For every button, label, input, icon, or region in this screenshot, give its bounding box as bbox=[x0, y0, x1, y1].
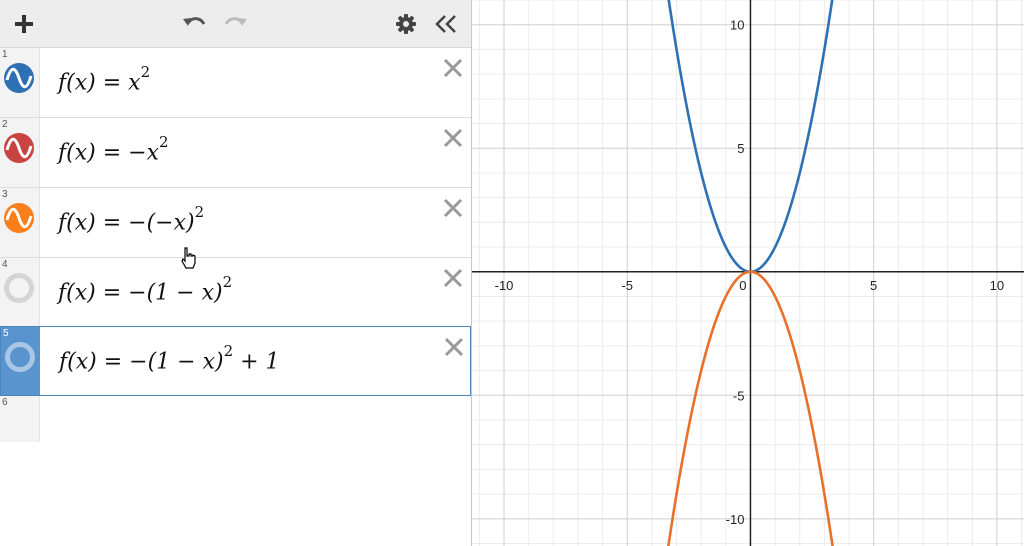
expression-panel: 1 f(x) = x2 2 f(x) = −x2 3 f(x) = −(−x)2… bbox=[0, 0, 471, 546]
wave-icon[interactable] bbox=[3, 132, 35, 164]
collapse-panel-button[interactable] bbox=[430, 0, 462, 47]
hidden-circle-icon[interactable] bbox=[3, 272, 35, 304]
wave-icon[interactable] bbox=[3, 202, 35, 234]
row-number: 2 bbox=[2, 119, 8, 130]
expression-tab[interactable]: 2 bbox=[0, 118, 40, 187]
x-tick-label: 5 bbox=[870, 278, 877, 293]
x-tick-labels: -10 -5 0 5 10 bbox=[495, 278, 1004, 293]
row-number: 1 bbox=[2, 49, 8, 60]
empty-expression-row[interactable]: 6 bbox=[0, 396, 40, 442]
x-tick-label: 10 bbox=[990, 278, 1004, 293]
expression-row[interactable]: 4 f(x) = −(1 − x)2 bbox=[0, 258, 471, 328]
expression-row[interactable]: 2 f(x) = −x2 bbox=[0, 118, 471, 188]
wave-icon[interactable] bbox=[3, 62, 35, 94]
x-tick-label: 0 bbox=[739, 278, 746, 293]
delete-icon[interactable] bbox=[441, 266, 465, 290]
y-tick-label: 5 bbox=[737, 141, 744, 156]
x-tick-label: -10 bbox=[495, 278, 514, 293]
plus-icon bbox=[15, 14, 33, 33]
expression-math[interactable]: f(x) = −(1 − x)2 + 1 bbox=[59, 342, 280, 374]
delete-icon[interactable] bbox=[441, 196, 465, 220]
expression-row-selected[interactable]: 5 f(x) = −(1 − x)2 + 1 bbox=[0, 326, 471, 396]
expression-tab[interactable]: 5 bbox=[1, 327, 40, 395]
double-chevron-left-icon bbox=[435, 14, 456, 33]
hand-cursor-icon bbox=[181, 247, 196, 269]
expression-tab[interactable]: 4 bbox=[0, 258, 40, 327]
y-tick-label: -10 bbox=[726, 512, 745, 527]
expression-row[interactable]: 1 f(x) = x2 bbox=[0, 48, 471, 118]
settings-button[interactable] bbox=[392, 0, 420, 47]
y-tick-label: 10 bbox=[730, 18, 744, 33]
expression-tab[interactable]: 1 bbox=[0, 48, 40, 117]
row-number: 6 bbox=[2, 397, 8, 408]
expression-math[interactable]: f(x) = −(1 − x)2 bbox=[58, 273, 232, 305]
toolbar bbox=[0, 0, 471, 48]
gear-icon bbox=[396, 13, 416, 34]
row-number: 5 bbox=[3, 328, 9, 339]
row-number: 3 bbox=[2, 189, 8, 200]
redo-button[interactable] bbox=[220, 0, 250, 47]
add-item-button[interactable] bbox=[10, 0, 38, 47]
undo-icon bbox=[183, 16, 206, 26]
delete-icon[interactable] bbox=[441, 126, 465, 150]
row-number: 4 bbox=[2, 259, 8, 270]
graph-canvas[interactable]: -10 -5 0 5 10 10 5 -5 -10 bbox=[472, 0, 1024, 546]
hidden-circle-icon[interactable] bbox=[4, 341, 36, 373]
undo-button[interactable] bbox=[180, 0, 210, 47]
y-tick-label: -5 bbox=[733, 388, 745, 403]
expression-row[interactable]: 3 f(x) = −(−x)2 bbox=[0, 188, 471, 258]
redo-icon bbox=[224, 16, 247, 26]
x-tick-label: -5 bbox=[621, 278, 633, 293]
delete-icon[interactable] bbox=[442, 335, 466, 359]
delete-icon[interactable] bbox=[441, 56, 465, 80]
expression-tab[interactable]: 3 bbox=[0, 188, 40, 257]
expression-math[interactable]: f(x) = −(−x)2 bbox=[58, 203, 204, 235]
expression-math[interactable]: f(x) = −x2 bbox=[58, 133, 169, 165]
expression-math[interactable]: f(x) = x2 bbox=[58, 63, 150, 95]
